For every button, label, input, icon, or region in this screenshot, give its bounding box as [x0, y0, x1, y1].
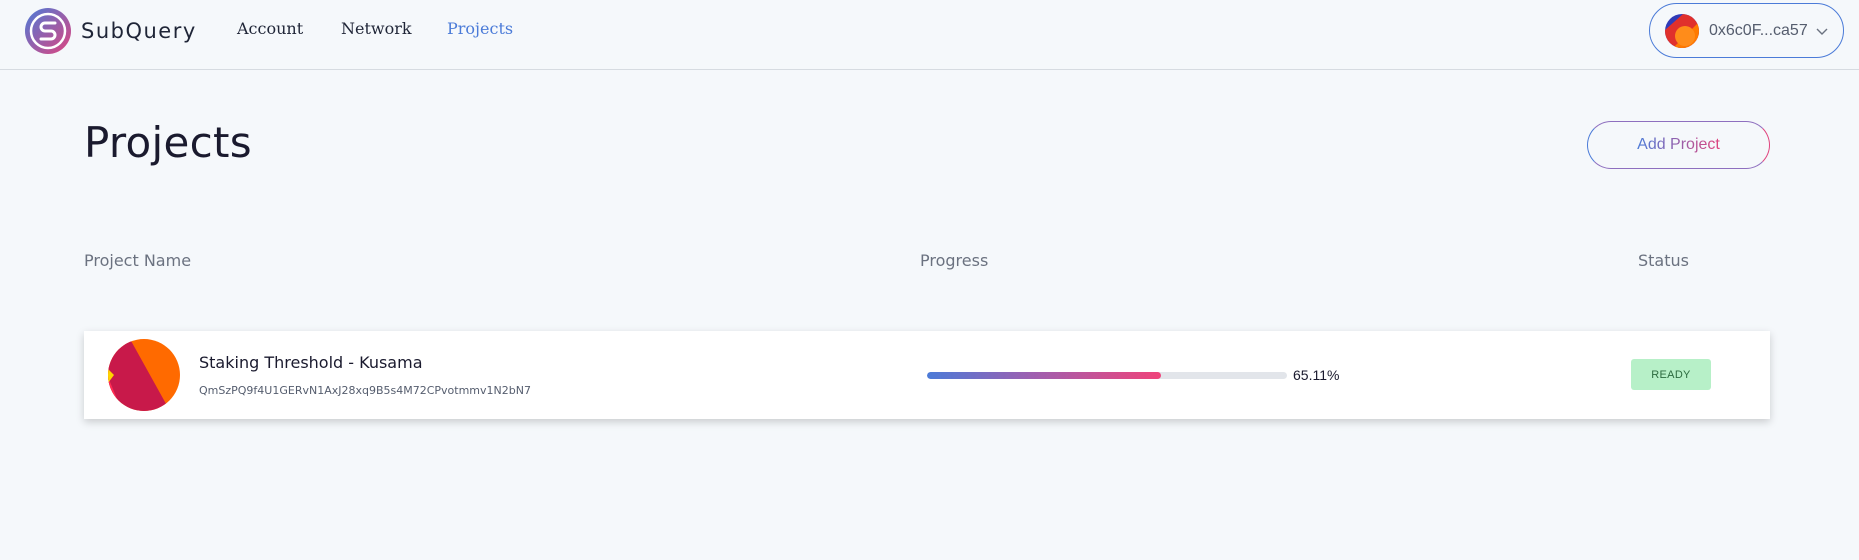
progress-percent: 65.11%: [1293, 367, 1340, 383]
wallet-button[interactable]: 0x6c0F...ca57: [1649, 3, 1844, 58]
column-header-status: Status: [1638, 251, 1689, 270]
top-navbar: SubQuery Account Network Projects 0x6c0F…: [0, 0, 1859, 70]
nav-account[interactable]: Account: [237, 19, 303, 38]
progress-bar: [927, 372, 1287, 379]
identicon-icon: [1665, 13, 1699, 48]
brand-name: SubQuery: [81, 19, 197, 43]
nav-network[interactable]: Network: [341, 19, 412, 38]
project-name[interactable]: Staking Threshold - Kusama: [199, 353, 423, 372]
add-project-button[interactable]: Add Project: [1587, 121, 1770, 169]
page-title: Projects: [84, 118, 252, 167]
brand[interactable]: SubQuery: [23, 6, 197, 56]
chevron-down-icon: [1816, 28, 1828, 35]
project-avatar-icon: [108, 339, 180, 411]
add-project-label: Add Project: [1637, 136, 1720, 153]
project-row[interactable]: Staking Threshold - Kusama QmSzPQ9f4U1GE…: [84, 331, 1770, 419]
column-header-project-name: Project Name: [84, 251, 192, 270]
status-badge: READY: [1631, 359, 1711, 390]
nav-projects[interactable]: Projects: [447, 19, 513, 38]
wallet-address: 0x6c0F...ca57: [1709, 21, 1808, 39]
column-header-progress: Progress: [920, 251, 989, 270]
progress-bar-fill: [927, 372, 1162, 379]
project-id: QmSzPQ9f4U1GERvN1AxJ28xq9B5s4M72CPvotmmv…: [199, 384, 531, 397]
subquery-logo-icon: [25, 8, 71, 54]
